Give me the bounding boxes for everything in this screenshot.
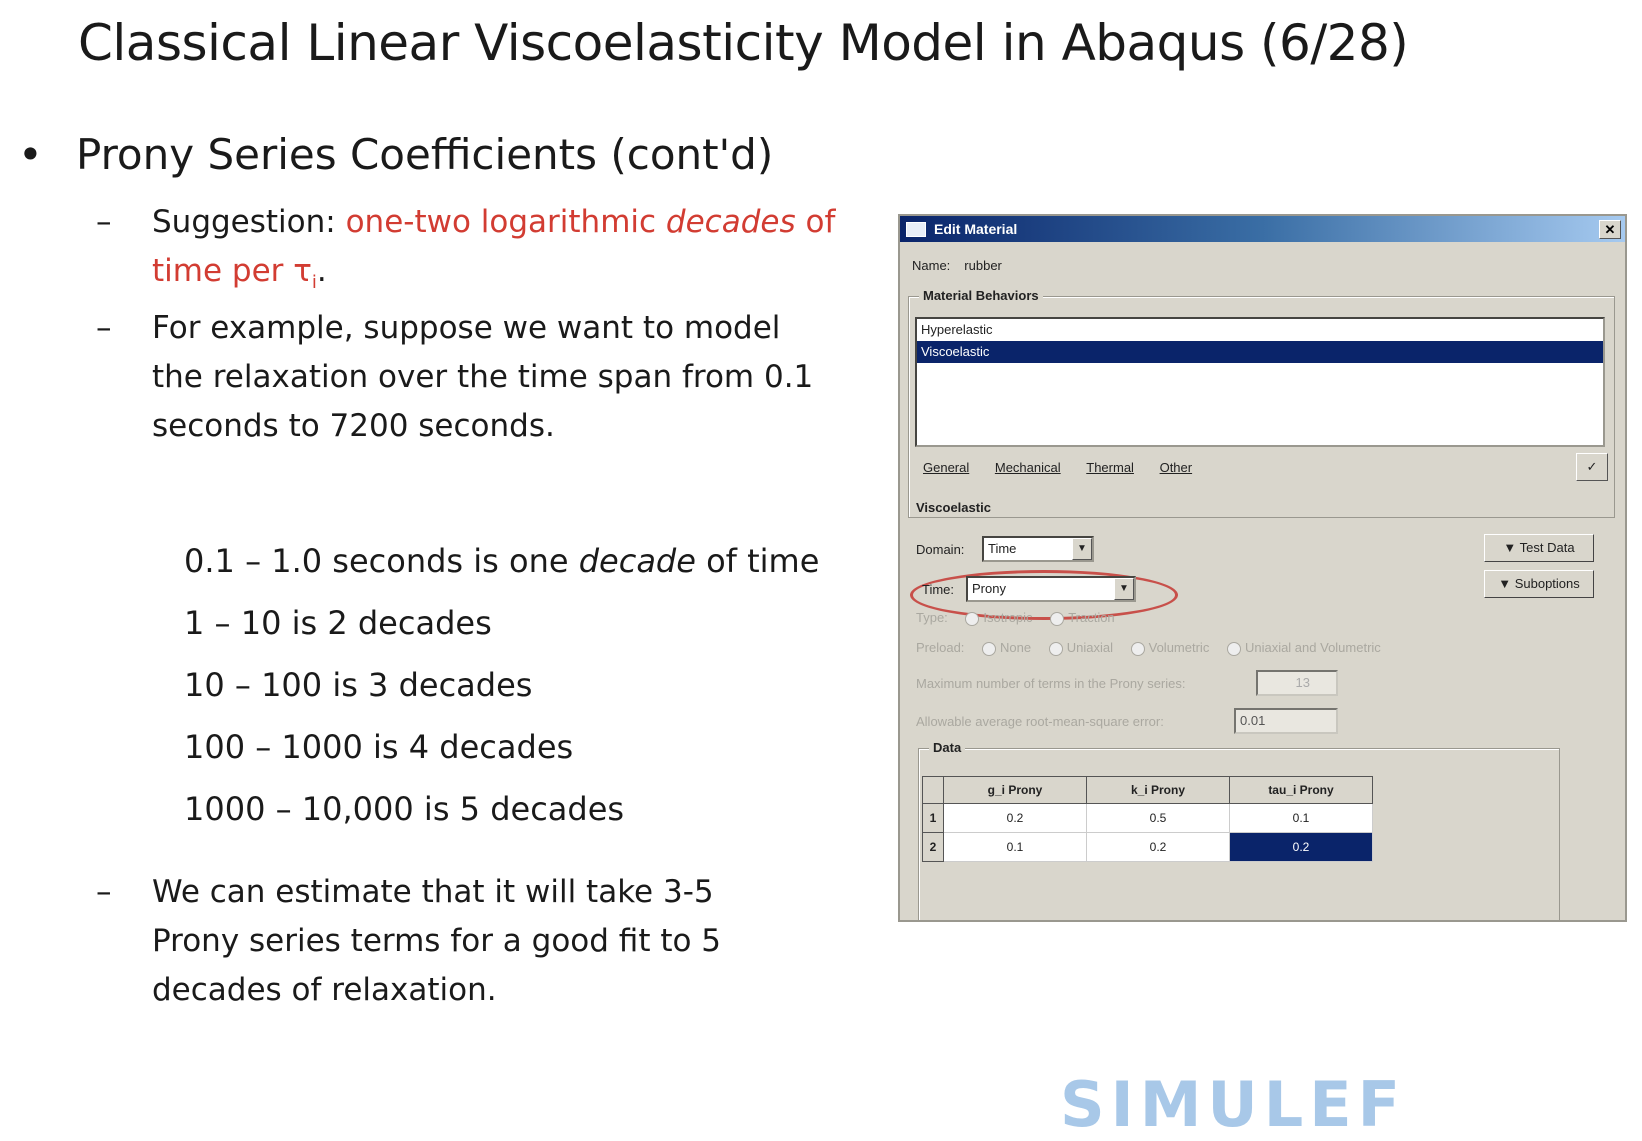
window-icon: [906, 222, 926, 237]
preload-row: Preload: None Uniaxial Volumetric Uniaxi…: [916, 640, 1381, 656]
table-row: 1 0.2 0.5 0.1: [922, 803, 1373, 833]
table-corner: [922, 776, 944, 804]
preload-option-none: None: [1000, 640, 1032, 655]
decade1-b: of time: [695, 542, 820, 580]
name-value: rubber: [964, 258, 1002, 273]
menu-mechanical[interactable]: Mechanical: [995, 460, 1061, 475]
decade-line-2: 1 – 10 is 2 decades: [184, 604, 492, 642]
prony-data-table: g_i Prony k_i Prony tau_i Prony 1 0.2 0.…: [922, 776, 1373, 862]
row-number[interactable]: 1: [922, 803, 944, 833]
table-cell-g[interactable]: 0.1: [943, 832, 1087, 862]
domain-value: Time: [988, 541, 1017, 556]
table-row: 2 0.1 0.2 0.2: [922, 832, 1373, 862]
dash-mark: –: [96, 874, 112, 910]
preload-option-uniaxial: Uniaxial: [1066, 640, 1113, 655]
chevron-down-icon[interactable]: ▼: [1072, 538, 1092, 560]
name-row: Name: rubber: [912, 258, 1016, 273]
behaviors-listbox[interactable]: Hyperelastic Viscoelastic: [915, 317, 1605, 447]
type-option-traction: Traction: [1068, 610, 1115, 625]
rms-field[interactable]: 0.01: [1234, 708, 1338, 734]
chevron-down-icon[interactable]: ▼: [1114, 578, 1134, 600]
radio-icon[interactable]: [1048, 641, 1063, 656]
table-cell-g[interactable]: 0.2: [943, 803, 1087, 833]
material-behaviors-group: Material Behaviors Hyperelastic Viscoela…: [908, 288, 1615, 518]
radio-icon[interactable]: [1226, 641, 1241, 656]
column-header-tau[interactable]: tau_i Prony: [1229, 776, 1373, 804]
table-cell-k[interactable]: 0.2: [1086, 832, 1230, 862]
rms-label: Allowable average root-mean-square error…: [916, 714, 1164, 729]
decade-line-3: 10 – 100 is 3 decades: [184, 666, 533, 704]
example-text: For example, suppose we want to model th…: [152, 310, 814, 444]
suboptions-button[interactable]: ▼ Suboptions: [1484, 570, 1594, 598]
column-header-k[interactable]: k_i Prony: [1086, 776, 1230, 804]
table-cell-k[interactable]: 0.5: [1086, 803, 1230, 833]
row-number[interactable]: 2: [922, 832, 944, 862]
preload-label: Preload:: [916, 640, 965, 655]
menu-general[interactable]: General: [923, 460, 969, 475]
time-select[interactable]: Prony ▼: [966, 576, 1136, 602]
behavior-item-viscoelastic[interactable]: Viscoelastic: [917, 341, 1603, 363]
radio-icon[interactable]: [982, 641, 997, 656]
suggestion-red-a: one-two logarithmic: [345, 204, 666, 240]
decade-line-5: 1000 – 10,000 is 5 decades: [184, 790, 625, 828]
sub-bullet-suggestion: – Suggestion: one-two logarithmic decade…: [96, 198, 856, 307]
dash-mark: –: [96, 310, 112, 346]
bullet-text: Prony Series Coefficients (cont'd): [76, 130, 774, 179]
time-label: Time:: [922, 582, 955, 597]
data-label: Data: [929, 740, 966, 755]
decades-list: 0.1 – 1.0 seconds is one decade of time …: [184, 542, 819, 852]
viscoelastic-section-label: Viscoelastic: [916, 500, 991, 515]
radio-icon[interactable]: [1050, 611, 1065, 626]
decade1-em: decade: [578, 542, 696, 580]
menu-thermal[interactable]: Thermal: [1086, 460, 1134, 475]
table-cell-tau[interactable]: 0.1: [1229, 803, 1373, 833]
dash-mark: –: [96, 204, 112, 240]
close-icon[interactable]: ✕: [1599, 220, 1621, 239]
name-label: Name:: [912, 258, 951, 273]
column-header-g[interactable]: g_i Prony: [943, 776, 1087, 804]
dialog-titlebar[interactable]: Edit Material ✕: [900, 216, 1625, 242]
decade-line-1: 0.1 – 1.0 seconds is one decade of time: [184, 542, 819, 604]
simuleft-logo: SIMULEF: [1060, 1068, 1406, 1141]
radio-icon[interactable]: [965, 611, 980, 626]
decade1-a: 0.1 – 1.0 seconds is one: [184, 542, 579, 580]
suggestion-end: .: [316, 253, 327, 289]
preload-option-uniaxial-volumetric: Uniaxial and Volumetric: [1244, 640, 1381, 655]
max-terms-spinner[interactable]: 13: [1256, 670, 1338, 696]
bullet-dot: •: [18, 130, 43, 179]
dialog-title: Edit Material: [934, 221, 1018, 237]
estimate-text: We can estimate that it will take 3-5 Pr…: [152, 874, 722, 1008]
behavior-menubar: General Mechanical Thermal Other: [913, 451, 1553, 485]
type-row: Type: Isotropic Traction: [916, 610, 1115, 626]
edit-material-dialog: Edit Material ✕ Name: rubber Material Beh…: [898, 214, 1627, 922]
preload-option-volumetric: Volumetric: [1148, 640, 1210, 655]
suggestion-red-em: decades: [665, 204, 796, 240]
decade-line-4: 100 – 1000 is 4 decades: [184, 728, 574, 766]
behavior-item-hyperelastic[interactable]: Hyperelastic: [917, 319, 1603, 341]
time-value: Prony: [972, 581, 1006, 596]
sub-bullet-estimate: – We can estimate that it will take 3-5 …: [96, 868, 776, 1015]
wrench-icon[interactable]: ✓: [1576, 453, 1608, 481]
sub-bullet-example: – For example, suppose we want to model …: [96, 304, 836, 451]
menu-other[interactable]: Other: [1160, 460, 1193, 475]
table-cell-tau[interactable]: 0.2: [1229, 832, 1373, 862]
material-behaviors-label: Material Behaviors: [919, 288, 1043, 303]
type-label: Type:: [916, 610, 948, 625]
domain-select[interactable]: Time ▼: [982, 536, 1094, 562]
type-option-isotropic: Isotropic: [983, 610, 1033, 625]
bullet-prony: • Prony Series Coefficients (cont'd): [18, 130, 773, 179]
max-terms-label: Maximum number of terms in the Prony ser…: [916, 676, 1186, 691]
slide-title: Classical Linear Viscoelasticity Model i…: [78, 14, 1409, 72]
suggestion-prefix: Suggestion:: [152, 204, 346, 240]
test-data-button[interactable]: ▼ Test Data: [1484, 534, 1594, 562]
domain-label: Domain:: [916, 542, 965, 557]
radio-icon[interactable]: [1130, 641, 1145, 656]
